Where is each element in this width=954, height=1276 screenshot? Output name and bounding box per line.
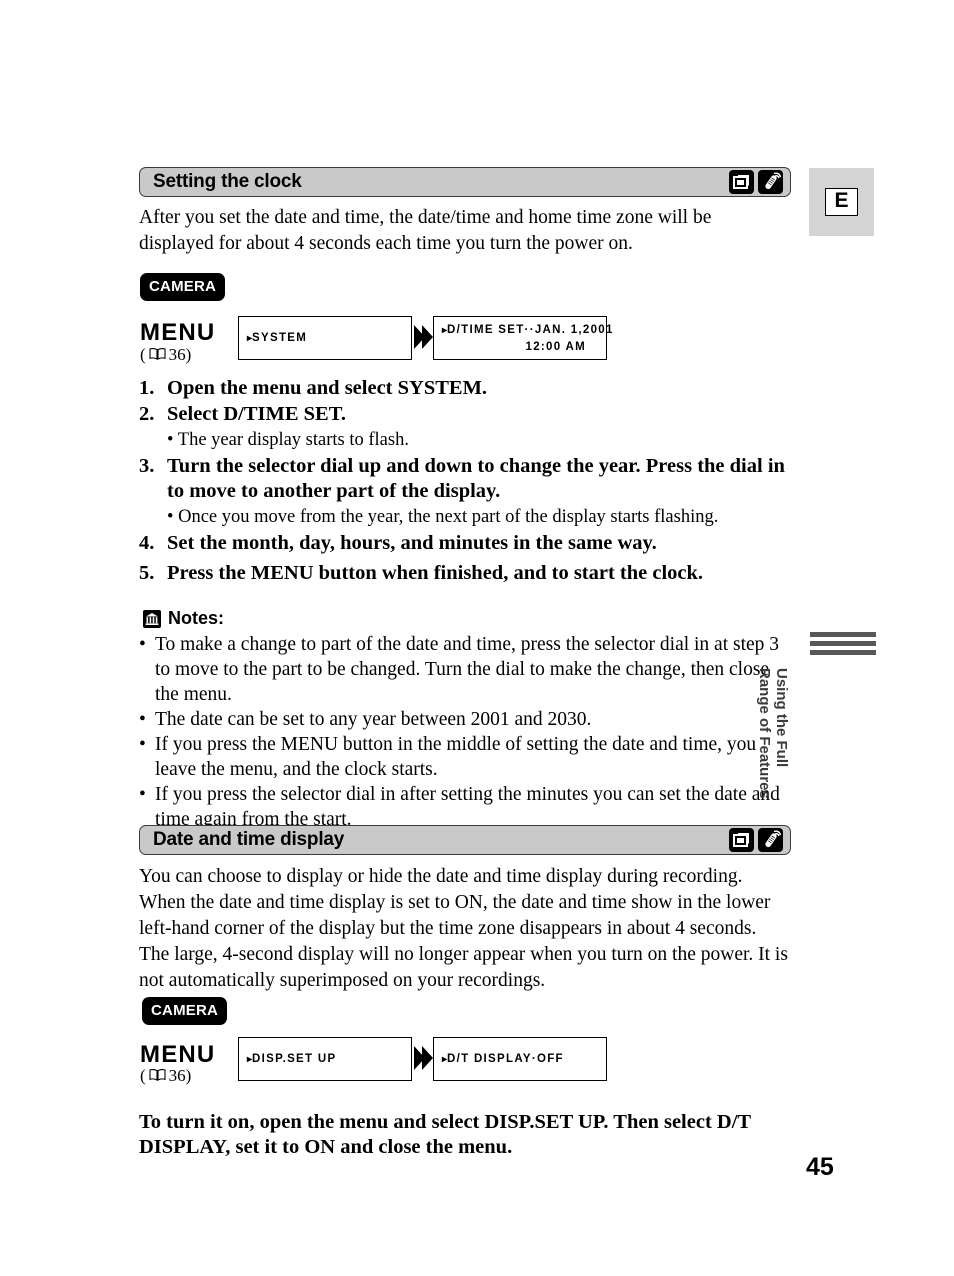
tape-cassette-icon [729, 170, 754, 194]
lcd-menu-item: SYSTEM [252, 331, 308, 344]
menu-label: MENU [140, 1041, 216, 1068]
menu-page-reference: ( 36) [140, 1066, 191, 1086]
lcd-menu-item: D/TIME SET··JAN. 1,2001 [447, 323, 614, 336]
note-item: • If you press the MENU button in the mi… [139, 732, 794, 782]
step-number: 1. [139, 377, 155, 399]
side-bar [810, 641, 876, 646]
book-icon [149, 1066, 166, 1086]
tape-cassette-icon [729, 828, 754, 852]
bullet-marker: • [139, 709, 146, 730]
section1-intro-text: After you set the date and time, the dat… [139, 207, 712, 254]
lcd-line: ▸DISP.SET UP [247, 1051, 403, 1068]
side-bar [810, 632, 876, 637]
step-number: 2. [139, 403, 155, 425]
bullet-marker: • [139, 734, 146, 755]
camera-mode-badge: CAMERA [140, 273, 226, 301]
side-chapter-label: Using the Full Range of Features [756, 668, 790, 838]
step-item: 3. Turn the selector dial up and down to… [139, 454, 799, 504]
step-number: 4. [139, 532, 155, 554]
step-text: Turn the selector dial up and down to ch… [167, 455, 785, 502]
note-text: The date can be set to any year between … [155, 709, 592, 730]
lcd-line: ▸SYSTEM [247, 330, 403, 347]
remote-control-icon [758, 170, 783, 194]
lcd-line: ▸D/TIME SET··JAN. 1,2001 [442, 322, 612, 339]
lcd-menu-box-system: ▸SYSTEM [238, 316, 412, 360]
step-text: Set the month, day, hours, and minutes i… [167, 532, 657, 554]
step-item: 1. Open the menu and select SYSTEM. [139, 376, 799, 401]
flow-arrow-icon [412, 322, 434, 352]
bullet-marker: • [139, 634, 146, 655]
section-header-date-and-time-display: Date and time display [139, 825, 791, 855]
notes-list: • To make a change to part of the date a… [139, 632, 794, 832]
note-text: If you press the MENU button in the midd… [155, 734, 757, 780]
side-decoration-bars [810, 632, 876, 659]
lcd-menu-box-dtime-set: ▸D/TIME SET··JAN. 1,2001 12:00 AM [433, 316, 612, 360]
menu-page-number: 36) [168, 1066, 192, 1085]
lcd-menu-box-disp-set-up: ▸DISP.SET UP [238, 1037, 412, 1081]
step-item: 2. Select D/TIME SET. [139, 402, 799, 427]
step-subnote: • Once you move from the year, the next … [167, 507, 719, 527]
note-text: To make a change to part of the date and… [155, 634, 780, 705]
numbered-steps-list: 1. Open the menu and select SYSTEM. 2. S… [139, 376, 799, 587]
paren-open: ( [140, 1066, 146, 1085]
step-text: Press the MENU button when finished, and… [167, 562, 704, 584]
page-title: Setting the clock [153, 171, 302, 192]
step-text: Select D/TIME SET. [167, 403, 346, 425]
notes-title: Notes: [168, 608, 225, 628]
lcd-menu-item: DISP.SET UP [252, 1052, 337, 1065]
lcd-line: ▸D/T DISPLAY·OFF [442, 1051, 598, 1068]
step-text: Open the menu and select SYSTEM. [167, 377, 488, 399]
step-number: 5. [139, 562, 155, 584]
menu-label: MENU [140, 319, 216, 346]
note-item: • The date can be set to any year betwee… [139, 707, 794, 732]
book-icon [149, 345, 166, 365]
language-tab: E [809, 168, 874, 236]
section-header-icons [729, 170, 783, 194]
side-bar [810, 650, 876, 655]
lcd-time-value: 12:00 AM [525, 340, 586, 353]
paren-open: ( [140, 345, 146, 364]
lcd-menu-item: D/T DISPLAY·OFF [447, 1052, 564, 1065]
flow-arrow-icon [412, 1043, 434, 1073]
language-tab-letter: E [825, 188, 858, 216]
camera-mode-badge: CAMERA [142, 997, 228, 1025]
section-header-setting-the-clock: Setting the clock [139, 167, 791, 197]
note-item: • To make a change to part of the date a… [139, 632, 794, 707]
step-item: 5. Press the MENU button when finished, … [139, 561, 799, 586]
page-number: 45 [806, 1153, 834, 1181]
step-number: 3. [139, 455, 155, 477]
section2-title: Date and time display [153, 829, 345, 850]
section2-intro-text: You can choose to display or hide the da… [139, 866, 788, 991]
lcd-menu-box-dt-display: ▸D/T DISPLAY·OFF [433, 1037, 607, 1081]
menu-page-reference: ( 36) [140, 345, 191, 365]
notes-building-icon [143, 609, 161, 628]
step-subnote: • The year display starts to flash. [167, 430, 409, 450]
side-chapter-line2: Range of Features [756, 668, 773, 799]
step-item: 4. Set the month, day, hours, and minute… [139, 531, 799, 556]
section2-closing-instruction: To turn it on, open the menu and select … [139, 1111, 751, 1158]
side-chapter-line1: Using the Full [773, 668, 790, 768]
notes-heading: Notes: [143, 608, 224, 629]
menu-page-number: 36) [168, 345, 192, 364]
